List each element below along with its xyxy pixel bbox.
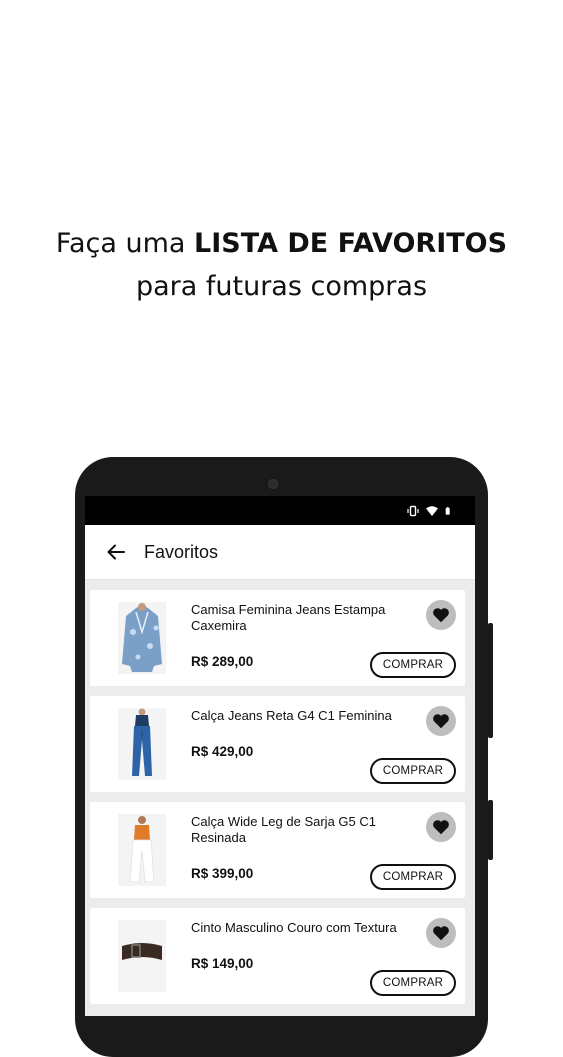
product-price: R$ 289,00	[191, 654, 254, 669]
list-item[interactable]: Camisa Feminina Jeans Estampa Caxemira R…	[90, 590, 465, 686]
product-image	[118, 920, 166, 992]
product-price: R$ 429,00	[191, 744, 254, 759]
product-name: Cinto Masculino Couro com Textura	[191, 920, 397, 935]
heart-icon	[433, 820, 449, 835]
phone-camera	[268, 479, 278, 489]
favorite-button[interactable]	[426, 706, 456, 736]
back-arrow-icon	[107, 544, 125, 560]
battery-icon	[445, 506, 450, 515]
product-price: R$ 149,00	[191, 956, 254, 971]
app-bar: Favoritos	[85, 525, 475, 580]
favorite-button[interactable]	[426, 812, 456, 842]
favorites-list: Camisa Feminina Jeans Estampa Caxemira R…	[85, 580, 475, 1004]
wifi-icon	[426, 505, 438, 516]
headline-line-1: Faça uma LISTA DE FAVORITOS	[0, 222, 563, 265]
phone-volume-button	[488, 623, 493, 738]
product-image	[118, 708, 166, 780]
status-bar	[85, 496, 475, 525]
list-item[interactable]: Cinto Masculino Couro com Textura R$ 149…	[90, 908, 465, 1004]
buy-button[interactable]: COMPRAR	[370, 864, 456, 890]
back-button[interactable]	[94, 530, 138, 574]
phone-power-button	[488, 800, 493, 860]
heart-icon	[433, 608, 449, 623]
product-name: Calça Jeans Reta G4 C1 Feminina	[191, 708, 392, 723]
product-price: R$ 399,00	[191, 866, 254, 881]
heart-icon	[433, 926, 449, 941]
vibrate-icon	[407, 505, 419, 516]
headline-line-2: para futuras compras	[135, 271, 428, 302]
buy-button[interactable]: COMPRAR	[370, 652, 456, 678]
product-name: Camisa Feminina Jeans Estampa Caxemira	[191, 602, 386, 633]
favorite-button[interactable]	[426, 600, 456, 630]
headline: Faça uma LISTA DE FAVORITOS para futuras…	[0, 222, 563, 308]
product-image	[118, 602, 166, 674]
headline-prefix: Faça uma	[55, 228, 195, 259]
product-image	[118, 814, 166, 886]
list-item[interactable]: Calça Jeans Reta G4 C1 Feminina R$ 429,0…	[90, 696, 465, 792]
product-name: Calça Wide Leg de Sarja G5 C1 Resinada	[191, 814, 376, 845]
favorite-button[interactable]	[426, 918, 456, 948]
heart-icon	[433, 714, 449, 729]
page-title: Favoritos	[144, 541, 219, 562]
buy-button[interactable]: COMPRAR	[370, 970, 456, 996]
headline-bold: LISTA DE FAVORITOS	[194, 228, 508, 259]
buy-button[interactable]: COMPRAR	[370, 758, 456, 784]
list-item[interactable]: Calça Wide Leg de Sarja G5 C1 Resinada R…	[90, 802, 465, 898]
phone-screen: Favoritos Camisa Feminina Jeans Estampa …	[85, 496, 475, 1016]
